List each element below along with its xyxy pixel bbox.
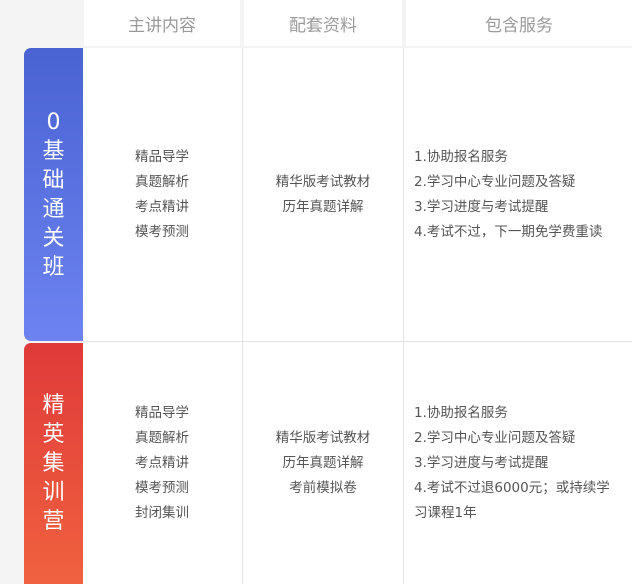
service-item: 3.学习进度与考试提醒 <box>414 454 549 471</box>
badge-char: 通 <box>42 196 65 222</box>
badge-char: 基 <box>42 138 65 164</box>
content-item: 真题解析 <box>135 429 189 446</box>
material-item: 精华版考试教材 <box>275 173 371 190</box>
material-item: 历年真题详解 <box>282 454 364 471</box>
header-main-content: 主讲内容 <box>84 0 240 46</box>
row2-content-cell: 精品导学 真题解析 考点精讲 模考预测 封闭集训 <box>82 342 242 584</box>
row1-services-cell: 1.协助报名服务 2.学习中心专业问题及答疑 3.学习进度与考试提醒 4.考试不… <box>414 48 626 341</box>
service-item: 2.学习中心专业问题及答疑 <box>414 429 576 446</box>
badge-char: 础 <box>42 167 65 193</box>
content-item: 考点精讲 <box>135 454 189 471</box>
content-item: 精品导学 <box>135 404 189 421</box>
service-item: 3.学习进度与考试提醒 <box>414 198 549 215</box>
row2-materials-cell: 精华版考试教材 历年真题详解 考前模拟卷 <box>243 342 403 584</box>
content-item: 模考预测 <box>135 223 189 240</box>
service-item: 4.考试不过，下一期免学费重读 <box>414 223 603 240</box>
badge-char: 集 <box>42 451 65 476</box>
material-item: 历年真题详解 <box>282 198 364 215</box>
service-item: 1.协助报名服务 <box>414 404 508 421</box>
column-divider <box>403 48 404 584</box>
content-item: 封闭集训 <box>135 504 189 521</box>
content-item: 精品导学 <box>135 148 189 165</box>
course-badge-basic: 0 基 础 通 关 班 <box>24 48 83 341</box>
badge-char: 0 <box>46 109 61 135</box>
content-item: 考点精讲 <box>135 198 189 215</box>
header-services: 包含服务 <box>406 0 632 46</box>
badge-char: 精 <box>42 393 65 418</box>
service-item: 习课程1年 <box>414 504 477 521</box>
badge-char: 训 <box>42 480 65 505</box>
badge-char: 英 <box>42 422 65 447</box>
header-materials: 配套资料 <box>244 0 402 46</box>
badge-char: 营 <box>42 509 65 534</box>
row1-content-cell: 精品导学 真题解析 考点精讲 模考预测 <box>82 48 242 341</box>
material-item: 精华版考试教材 <box>275 429 371 446</box>
course-badge-elite: 精 英 集 训 营 <box>24 343 83 584</box>
content-item: 真题解析 <box>135 173 189 190</box>
service-item: 2.学习中心专业问题及答疑 <box>414 173 576 190</box>
service-item: 1.协助报名服务 <box>414 148 508 165</box>
row1-materials-cell: 精华版考试教材 历年真题详解 <box>243 48 403 341</box>
badge-char: 班 <box>42 254 65 280</box>
row2-services-cell: 1.协助报名服务 2.学习中心专业问题及答疑 3.学习进度与考试提醒 4.考试不… <box>414 342 626 584</box>
badge-char: 关 <box>42 225 65 251</box>
content-item: 模考预测 <box>135 479 189 496</box>
material-item: 考前模拟卷 <box>289 479 357 496</box>
service-item: 4.考试不过退6000元；或持续学 <box>414 479 610 496</box>
